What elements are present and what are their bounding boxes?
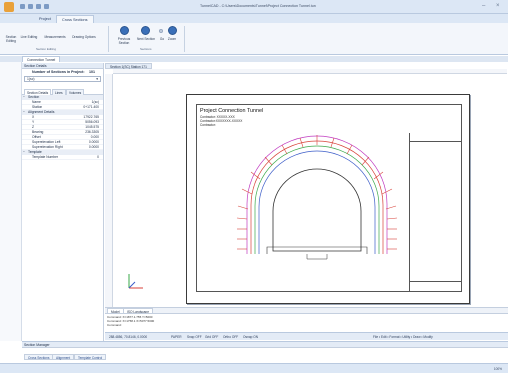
tunnel-cross-section	[236, 135, 398, 260]
section-select[interactable]: 1(sc) ▾	[24, 76, 101, 82]
tab-alignment[interactable]: Alignment	[52, 354, 75, 360]
document-tab[interactable]: Connection Tunnel	[22, 56, 61, 62]
line-editing-button[interactable]: Line Editing	[20, 35, 38, 39]
group-label-section-editing: Section Editing	[36, 47, 57, 51]
section-manager-tabs: Cross Sections Alignment Template Contro…	[22, 354, 508, 361]
section-editing-button[interactable]: Section Editing	[2, 35, 20, 43]
chevron-down-icon[interactable]: ▾	[96, 77, 98, 82]
tunnel-outline-magenta	[246, 135, 388, 254]
close-icon[interactable]: ×	[496, 3, 500, 9]
project-title: Project Connection Tunnel	[200, 108, 264, 114]
toggle-grid[interactable]: Grid OFF	[205, 333, 218, 341]
app-logo-icon[interactable]	[4, 2, 14, 12]
toggle-ortho[interactable]: Ortho OFF	[223, 333, 238, 341]
drawing-canvas[interactable]: Project Connection Tunnel Contractor: XX…	[113, 74, 507, 310]
tunnel-outline-green	[254, 145, 380, 254]
previous-section-icon[interactable]	[120, 26, 129, 35]
title-bar: TunnelCAD - C:\Users\Documents\Tunnel\Pr…	[0, 0, 508, 14]
document-tab-strip: Connection Tunnel	[0, 56, 508, 62]
next-section-button[interactable]: Next Section	[135, 37, 157, 41]
section-count-label: Number of Sections in Project:	[32, 70, 85, 74]
status-bar: 288.4856, 70.8146, 0.0000 PAPER Snap OFF…	[105, 332, 508, 340]
tunnel-invert	[266, 246, 368, 254]
title-block-row	[410, 141, 462, 142]
app-footer: 100%	[0, 363, 508, 373]
section-count-value: 101	[89, 70, 95, 74]
paper-border: Project Connection Tunnel Contractor: XX…	[196, 104, 462, 292]
ribbon-separator	[108, 26, 109, 52]
title-block-row	[410, 281, 462, 282]
command-prompt[interactable]: Command:	[107, 323, 122, 327]
window-title: TunnelCAD - C:\Users\Documents\Tunnel\Pr…	[200, 4, 316, 8]
group-label-sections: Sections	[140, 47, 152, 51]
property-row: Template Number 0	[22, 155, 103, 160]
left-gutter	[0, 56, 22, 341]
toggle-snap[interactable]: Snap OFF	[187, 333, 202, 341]
tab-project[interactable]: Project	[34, 15, 56, 23]
zoom-button[interactable]: Zoom	[165, 37, 179, 41]
zoom-icon[interactable]	[168, 26, 177, 35]
save-icon[interactable]	[20, 4, 25, 9]
left-ruler	[105, 74, 113, 310]
section-details-panel: Section Details Number of Sections in Pr…	[22, 63, 104, 341]
command-window[interactable]: Command: X=1877.1.755 Y=5000 Command: X=…	[105, 313, 508, 327]
minimize-icon[interactable]: –	[482, 3, 485, 9]
tunnel-outline-blue	[258, 150, 376, 254]
measurements-button[interactable]: Measurements	[40, 35, 70, 39]
quick-access-dropdown-icon[interactable]	[44, 4, 49, 9]
coordinate-readout: 288.4856, 70.8146, 0.0000	[109, 335, 148, 339]
toggle-paper[interactable]: PAPER	[171, 333, 182, 341]
toggle-osnap[interactable]: Osnap ON	[243, 333, 258, 341]
contractor-line: Contractor:	[200, 123, 216, 127]
tab-template-control[interactable]: Template Control	[74, 354, 107, 360]
panel-header: Section Manager	[22, 342, 508, 348]
panel-subtabs: Section Details Lines Volumes	[22, 88, 103, 95]
tab-cross-sections[interactable]: Cross Sections	[56, 15, 94, 23]
redo-icon[interactable]	[36, 4, 41, 9]
tunnel-outline-red	[250, 140, 384, 254]
drawing-options-button[interactable]: Drawing Options	[72, 35, 96, 39]
tunnel-inner-opening	[272, 168, 362, 252]
section-manager-panel: Section Manager Cross Sections Alignment…	[22, 341, 508, 363]
next-section-icon[interactable]	[141, 26, 150, 35]
tab-cross-sections-list[interactable]: Cross Sections	[24, 354, 54, 360]
ribbon-tabs: Project Cross Sections	[0, 14, 508, 23]
section-count: Number of Sections in Project: 101	[22, 69, 103, 76]
status-menus[interactable]: File • Edit • Format • Utility • Draw • …	[373, 333, 433, 341]
paper-sheet: Project Connection Tunnel Contractor: XX…	[186, 94, 470, 304]
drawing-area: Section 1(SC) Station 171 Project Connec…	[105, 63, 508, 313]
zoom-level[interactable]: 100%	[494, 367, 502, 371]
section-select-value: 1(sc)	[27, 77, 35, 81]
undo-icon[interactable]	[28, 4, 33, 9]
ribbon: Section Editing Line Editing Measurement…	[0, 23, 508, 55]
title-block	[409, 133, 462, 292]
previous-section-button[interactable]: Previous Section	[113, 37, 135, 45]
ucs-axis-icon	[128, 274, 143, 289]
ribbon-separator	[184, 26, 185, 52]
go-icon[interactable]	[159, 29, 163, 33]
